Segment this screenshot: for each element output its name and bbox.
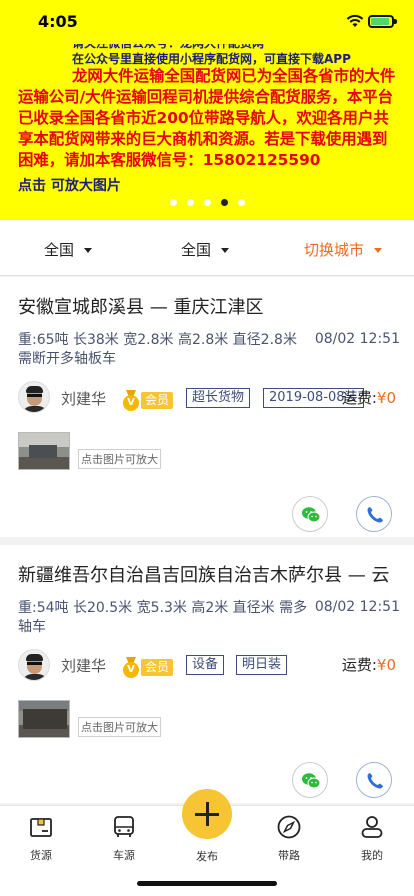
destination-filter[interactable]: 全国: [181, 239, 230, 260]
member-label: 会员: [141, 658, 174, 676]
listing-username: 刘建华: [61, 390, 107, 408]
banner-tap-hint: 点击 可放大图片: [18, 178, 121, 194]
status-bar: 4:05: [0, 0, 414, 44]
listing-username: 刘建华: [61, 657, 107, 675]
carousel-dot-active[interactable]: [220, 199, 228, 206]
listing-card[interactable]: 安徽宣城郎溪县 — 重庆江津区 重:65吨 长38米 宽2.8米 高2.8米 直…: [0, 277, 414, 537]
caret-down-icon: [221, 248, 230, 253]
carousel-dot[interactable]: [203, 199, 211, 206]
carousel-dots: [0, 199, 414, 206]
cargo-type-tag: 超长货物: [186, 388, 251, 408]
tab-cargo-source[interactable]: 货源: [11, 814, 71, 863]
wechat-icon: [302, 773, 321, 789]
listing-route: 新疆维吾尔自治昌吉回族自治吉木萨尔县 — 云: [18, 565, 390, 586]
wechat-contact-button[interactable]: [292, 496, 328, 532]
cargo-type-tag: 设备: [186, 655, 225, 675]
origin-filter[interactable]: 全国: [44, 239, 93, 260]
load-date-tag: 明日装: [236, 655, 288, 675]
wechat-icon: [302, 507, 321, 523]
tab-label: 车源: [113, 849, 135, 862]
banner-main-text: 龙网大件运输全国配货网已为全国各省市的大件运输公司/大件运输回程司机提供综合配货…: [18, 66, 402, 171]
freight-fee: 运费:¥0: [342, 654, 396, 675]
carousel-dot[interactable]: [169, 199, 177, 206]
switch-city-label: 切换城市: [304, 241, 365, 259]
tab-label: 带路: [278, 849, 300, 862]
phone-icon: [367, 507, 383, 523]
member-badge: V 会员: [122, 390, 174, 411]
freight-fee-value: ¥0: [376, 389, 396, 407]
photo-enlarge-hint: 点击图片可放大: [78, 717, 161, 737]
medal-icon: V: [122, 657, 140, 678]
status-time: 4:05: [38, 12, 78, 31]
cargo-box-icon: [30, 818, 52, 837]
photo-enlarge-hint: 点击图片可放大: [78, 449, 161, 469]
listing-date: 08/02 12:51: [314, 599, 400, 615]
freight-fee-value: ¥0: [376, 656, 396, 674]
tab-guide[interactable]: 带路: [259, 814, 319, 863]
switch-city-filter[interactable]: 切换城市: [304, 239, 383, 260]
wechat-contact-button[interactable]: [292, 762, 328, 798]
tab-vehicle-source[interactable]: 车源: [94, 814, 154, 863]
call-button[interactable]: [356, 496, 392, 532]
banner-wechat-id: 15802125590: [202, 151, 321, 169]
listing-date: 08/02 12:51: [314, 331, 400, 347]
tab-label-publish: 发布: [196, 850, 218, 863]
home-indicator[interactable]: [137, 881, 277, 886]
wifi-icon: [346, 14, 364, 27]
tab-label: 货源: [30, 849, 52, 862]
caret-down-icon: [374, 248, 383, 253]
phone-icon: [367, 773, 383, 789]
cargo-photo[interactable]: [18, 432, 70, 470]
freight-fee-label: 运费:: [341, 656, 377, 674]
avatar[interactable]: [18, 381, 50, 413]
filter-bar: 全国 全国 切换城市: [0, 220, 414, 276]
carousel-dot[interactable]: [186, 199, 194, 206]
cargo-photo[interactable]: [18, 700, 70, 738]
publish-button[interactable]: [182, 789, 232, 839]
freight-fee-label: 运费:: [341, 389, 377, 407]
listing-specs: 重:54吨 长20.5米 宽5.3米 高2米 直径米 需多轴车: [18, 600, 308, 635]
tab-label: 我的: [361, 849, 383, 862]
avatar[interactable]: [18, 649, 50, 681]
banner-notice-line2: 在公众号里直接使用小程序配货网，可直接下载APP: [72, 52, 351, 66]
screen: 请关注微信公众号：龙网大件配货网 在公众号里直接使用小程序配货网，可直接下载AP…: [0, 0, 414, 896]
listing-route: 安徽宣城郎溪县 — 重庆江津区: [18, 297, 264, 318]
listing-specs: 重:65吨 长38米 宽2.8米 高2.8米 直径2.8米 需断开多轴板车: [18, 332, 297, 367]
origin-filter-label: 全国: [44, 241, 75, 259]
caret-down-icon: [84, 248, 93, 253]
member-label: 会员: [141, 391, 174, 409]
call-button[interactable]: [356, 762, 392, 798]
battery-icon: [368, 15, 397, 28]
carousel-dot[interactable]: [237, 199, 245, 206]
tab-mine[interactable]: 我的: [342, 814, 402, 863]
listing-card[interactable]: 新疆维吾尔自治昌吉回族自治吉木萨尔县 — 云 重:54吨 长20.5米 宽5.3…: [0, 545, 414, 803]
person-icon: [361, 816, 383, 838]
member-badge: V 会员: [122, 657, 174, 678]
truck-icon: [114, 816, 134, 837]
freight-fee: 运费:¥0: [342, 387, 396, 408]
medal-icon: V: [122, 390, 140, 411]
compass-icon: [277, 815, 301, 839]
destination-filter-label: 全国: [181, 241, 212, 259]
